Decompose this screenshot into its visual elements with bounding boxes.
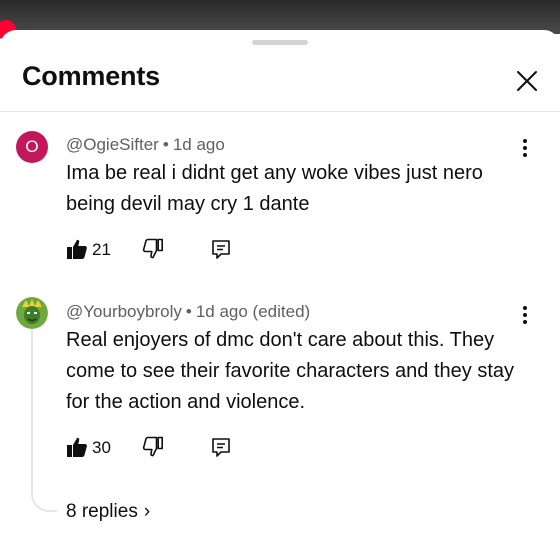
reply-icon <box>212 438 230 457</box>
dislike-button[interactable] <box>142 238 164 262</box>
replies-count: 8 replies <box>66 501 138 522</box>
header-divider <box>0 111 560 112</box>
video-player-strip <box>0 0 560 34</box>
comment-meta: @Yourboybroly • 1d ago (edited) <box>66 302 310 322</box>
avatar-image <box>16 297 48 329</box>
chevron-right-icon: › <box>143 501 151 522</box>
sheet-title: Comments <box>22 61 160 91</box>
thumbs-up-icon <box>67 239 87 259</box>
more-vert-icon <box>523 139 527 143</box>
more-vert-dot <box>523 153 527 157</box>
avatar-letter: O <box>25 137 39 156</box>
drag-handle[interactable] <box>252 40 308 45</box>
more-vert-dot <box>523 146 527 150</box>
close-button[interactable] <box>510 64 544 98</box>
comment-text: Real enjoyers of dmc don't care about th… <box>66 329 514 413</box>
more-vert-dot <box>523 313 527 317</box>
reply-button[interactable] <box>210 238 232 262</box>
like-button[interactable] <box>66 238 88 262</box>
thumbs-down-icon <box>142 238 164 259</box>
more-vert-dot <box>523 320 527 324</box>
avatar[interactable]: O <box>16 131 48 163</box>
comment-meta: @OgieSifter • 1d ago <box>66 135 225 155</box>
like-count: 21 <box>92 240 111 259</box>
reply-icon <box>212 240 230 259</box>
close-icon <box>517 71 537 91</box>
avatar[interactable] <box>16 297 48 329</box>
thumbs-up-icon <box>67 437 87 457</box>
comment-time: 1d ago <box>172 135 225 154</box>
meta-separator: • <box>185 302 192 321</box>
comment-text: Ima be real i didnt get any woke vibes j… <box>66 162 483 215</box>
comment-time: 1d ago (edited) <box>195 302 311 321</box>
comment-author[interactable]: @Yourboybroly <box>66 302 182 321</box>
view-replies-link[interactable]: 8 replies › <box>66 501 150 523</box>
comments-sheet: Comments <box>0 30 560 560</box>
comment-author[interactable]: @OgieSifter <box>66 135 159 154</box>
meta-separator: • <box>162 135 169 154</box>
reply-thread-line <box>31 302 57 512</box>
thumbs-down-icon <box>142 436 164 457</box>
reply-button[interactable] <box>210 436 232 460</box>
more-vert-icon <box>523 306 527 310</box>
like-count: 30 <box>92 438 111 457</box>
dislike-button[interactable] <box>142 436 164 460</box>
like-button[interactable] <box>66 436 88 460</box>
